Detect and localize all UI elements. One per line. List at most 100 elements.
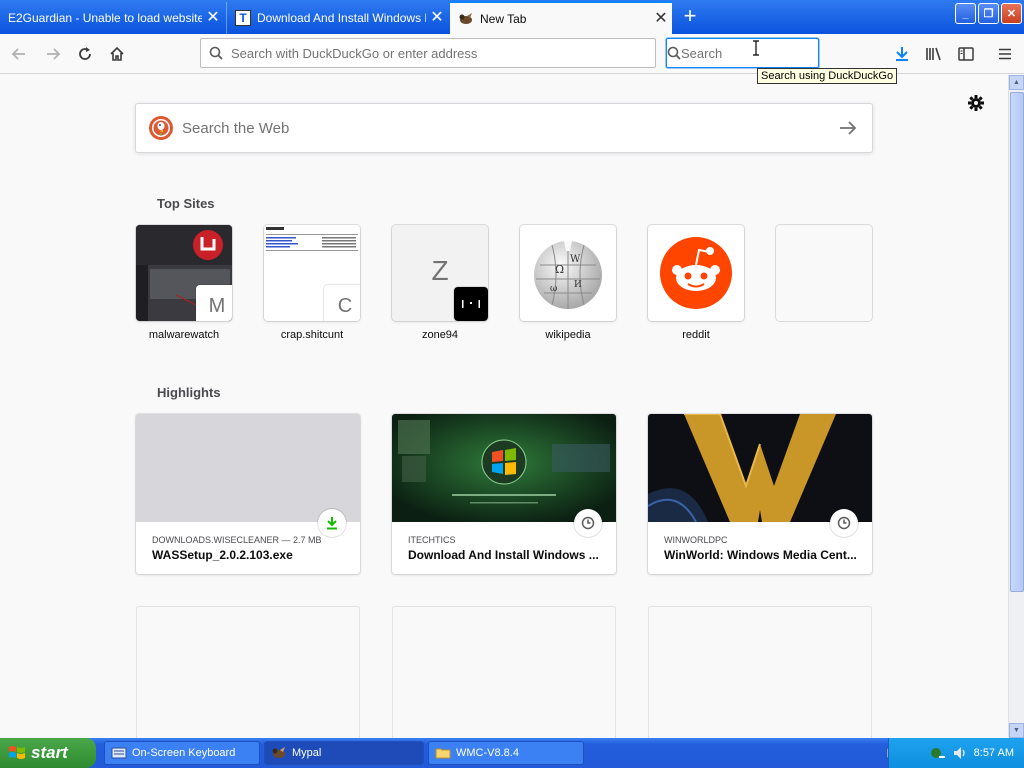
- top-sites-heading: Top Sites: [157, 196, 215, 211]
- vertical-scrollbar[interactable]: ▲ ▼: [1008, 75, 1024, 738]
- url-bar[interactable]: [200, 38, 656, 68]
- highlight-title: WinWorld: Windows Media Cent...: [664, 548, 857, 562]
- search-submit-arrow-icon[interactable]: [824, 120, 872, 136]
- downloads-button[interactable]: [889, 42, 915, 66]
- svg-text:И: И: [574, 280, 582, 290]
- tab-download-windows[interactable]: T Download And Install Windows Me ✕: [226, 2, 448, 34]
- web-search-input[interactable]: [182, 119, 824, 137]
- library-button[interactable]: [921, 42, 947, 66]
- highlight-source: WINWORLDPC: [664, 535, 728, 545]
- window-controls: _ ❐ ✕: [955, 3, 1022, 24]
- site-thumbnail: [648, 225, 744, 321]
- highlight-image-placeholder: [136, 414, 360, 522]
- top-site-malwarewatch[interactable]: M malwarewatch: [136, 225, 232, 341]
- restore-icon[interactable]: ❐: [978, 3, 999, 24]
- empty-highlight-card: [648, 606, 872, 738]
- windows-media-center-screenshot: [392, 414, 616, 522]
- top-site-reddit[interactable]: reddit: [648, 225, 744, 341]
- site-thumbnail: M: [136, 225, 232, 321]
- top-site-empty-slot[interactable]: [776, 225, 872, 341]
- scroll-down-arrow-icon[interactable]: ▼: [1009, 723, 1024, 738]
- empty-highlight-slots: [136, 606, 872, 738]
- site-thumbnail: C: [264, 225, 360, 321]
- top-site-label: crap.shitcunt: [280, 329, 344, 341]
- highlight-title: Download And Install Windows ...: [408, 548, 599, 562]
- taskbar-item-on-screen-keyboard[interactable]: On-Screen Keyboard: [104, 741, 260, 765]
- back-button[interactable]: [6, 42, 32, 66]
- top-site-wikipedia[interactable]: Ω W И ω wikipedia: [520, 225, 616, 341]
- forward-button[interactable]: [40, 42, 66, 66]
- tab-title: Download And Install Windows Me: [257, 11, 426, 25]
- tab-new-tab[interactable]: New Tab ✕: [450, 1, 672, 34]
- gear-icon[interactable]: [966, 93, 986, 113]
- task-label: On-Screen Keyboard: [132, 747, 236, 759]
- close-tab-icon[interactable]: ✕: [426, 10, 448, 26]
- highlight-card[interactable]: WINWORLDPC WinWorld: Windows Media Cent.…: [648, 414, 872, 574]
- reload-button[interactable]: [72, 42, 98, 66]
- highlights-heading: Highlights: [157, 385, 221, 400]
- highlight-card[interactable]: ITECHTICS Download And Install Windows .…: [392, 414, 616, 574]
- site-thumbnail: Ω W И ω: [520, 225, 616, 321]
- top-site-label: zone94: [421, 329, 459, 341]
- start-label: start: [31, 743, 68, 762]
- top-site-crap-shitcunt[interactable]: C crap.shitcunt: [264, 225, 360, 341]
- top-site-zone94[interactable]: Z zone94: [392, 225, 488, 341]
- hamburger-menu-icon: [999, 48, 1011, 60]
- new-tab-plus-icon[interactable]: +: [676, 4, 704, 30]
- keyboard-icon: [111, 747, 127, 759]
- library-icon: [926, 47, 941, 61]
- search-input[interactable]: [681, 45, 857, 61]
- site-thumbnail-placeholder: [776, 225, 872, 321]
- svg-text:Ω: Ω: [555, 263, 564, 276]
- close-window-icon[interactable]: ✕: [1001, 3, 1022, 24]
- sidebar-button[interactable]: [953, 42, 979, 66]
- search-tooltip: Search using DuckDuckGo: [757, 68, 898, 84]
- task-label: WMC-V8.8.4: [456, 747, 519, 759]
- tab-e2guardian[interactable]: E2Guardian - Unable to load website ✕: [0, 2, 224, 34]
- highlight-source: ITECHTICS: [408, 535, 456, 545]
- web-search-box[interactable]: [135, 103, 873, 153]
- windows-taskbar: start On-Screen Keyboard Mypal WMC-V8.8.…: [0, 738, 1024, 768]
- close-tab-icon[interactable]: ✕: [650, 10, 672, 27]
- clock-icon: [830, 509, 858, 537]
- top-site-label: reddit: [682, 329, 710, 341]
- forward-arrow-icon: [47, 48, 61, 60]
- winworld-logo-image: [648, 414, 872, 522]
- itechtics-favicon-icon: T: [235, 10, 251, 26]
- task-label: Mypal: [292, 747, 322, 759]
- wikipedia-globe-icon: Ω W И ω: [534, 241, 602, 309]
- search-icon: [667, 46, 681, 60]
- folder-icon: [435, 748, 451, 759]
- empty-highlight-card: [136, 606, 360, 738]
- minimize-icon[interactable]: _: [955, 3, 976, 24]
- new-tab-page: Top Sites M malwarewatch: [0, 75, 1008, 738]
- highlights-grid: DOWNLOADS.WISECLEANER — 2.7 MB WASSetup_…: [136, 414, 872, 574]
- download-arrow-icon: [896, 47, 908, 61]
- duckduckgo-logo-icon: [149, 116, 173, 140]
- scroll-up-arrow-icon[interactable]: ▲: [1009, 75, 1024, 90]
- start-button[interactable]: start: [0, 738, 96, 768]
- sidebar-icon: [958, 47, 974, 61]
- taskbar-item-mypal[interactable]: Mypal: [264, 741, 424, 765]
- svg-text:W: W: [570, 254, 581, 265]
- scrollbar-thumb[interactable]: [1010, 92, 1024, 592]
- network-tray-icon[interactable]: [930, 745, 946, 761]
- tab-strip: E2Guardian - Unable to load website ✕ T …: [0, 0, 1024, 34]
- back-arrow-icon: [11, 48, 25, 60]
- top-site-label: malwarewatch: [148, 329, 220, 341]
- highlight-card[interactable]: DOWNLOADS.WISECLEANER — 2.7 MB WASSetup_…: [136, 414, 360, 574]
- top-sites-grid: M malwarewatch C crap.shitcunt Z zone94 …: [136, 225, 872, 341]
- search-bar[interactable]: [666, 38, 857, 68]
- highlight-title: WASSetup_2.0.2.103.exe: [152, 548, 293, 562]
- url-input[interactable]: [231, 45, 655, 61]
- taskbar-item-wmc-folder[interactable]: WMC-V8.8.4: [428, 741, 584, 765]
- highlight-source: DOWNLOADS.WISECLEANER — 2.7 MB: [152, 535, 322, 545]
- home-button[interactable]: [104, 42, 130, 66]
- close-tab-icon[interactable]: ✕: [202, 10, 224, 26]
- menu-button[interactable]: [992, 42, 1018, 66]
- empty-highlight-card: [392, 606, 616, 738]
- home-icon: [110, 46, 124, 61]
- top-site-label: wikipedia: [545, 329, 591, 341]
- reddit-logo-icon: [660, 237, 732, 309]
- volume-tray-icon[interactable]: [952, 745, 968, 761]
